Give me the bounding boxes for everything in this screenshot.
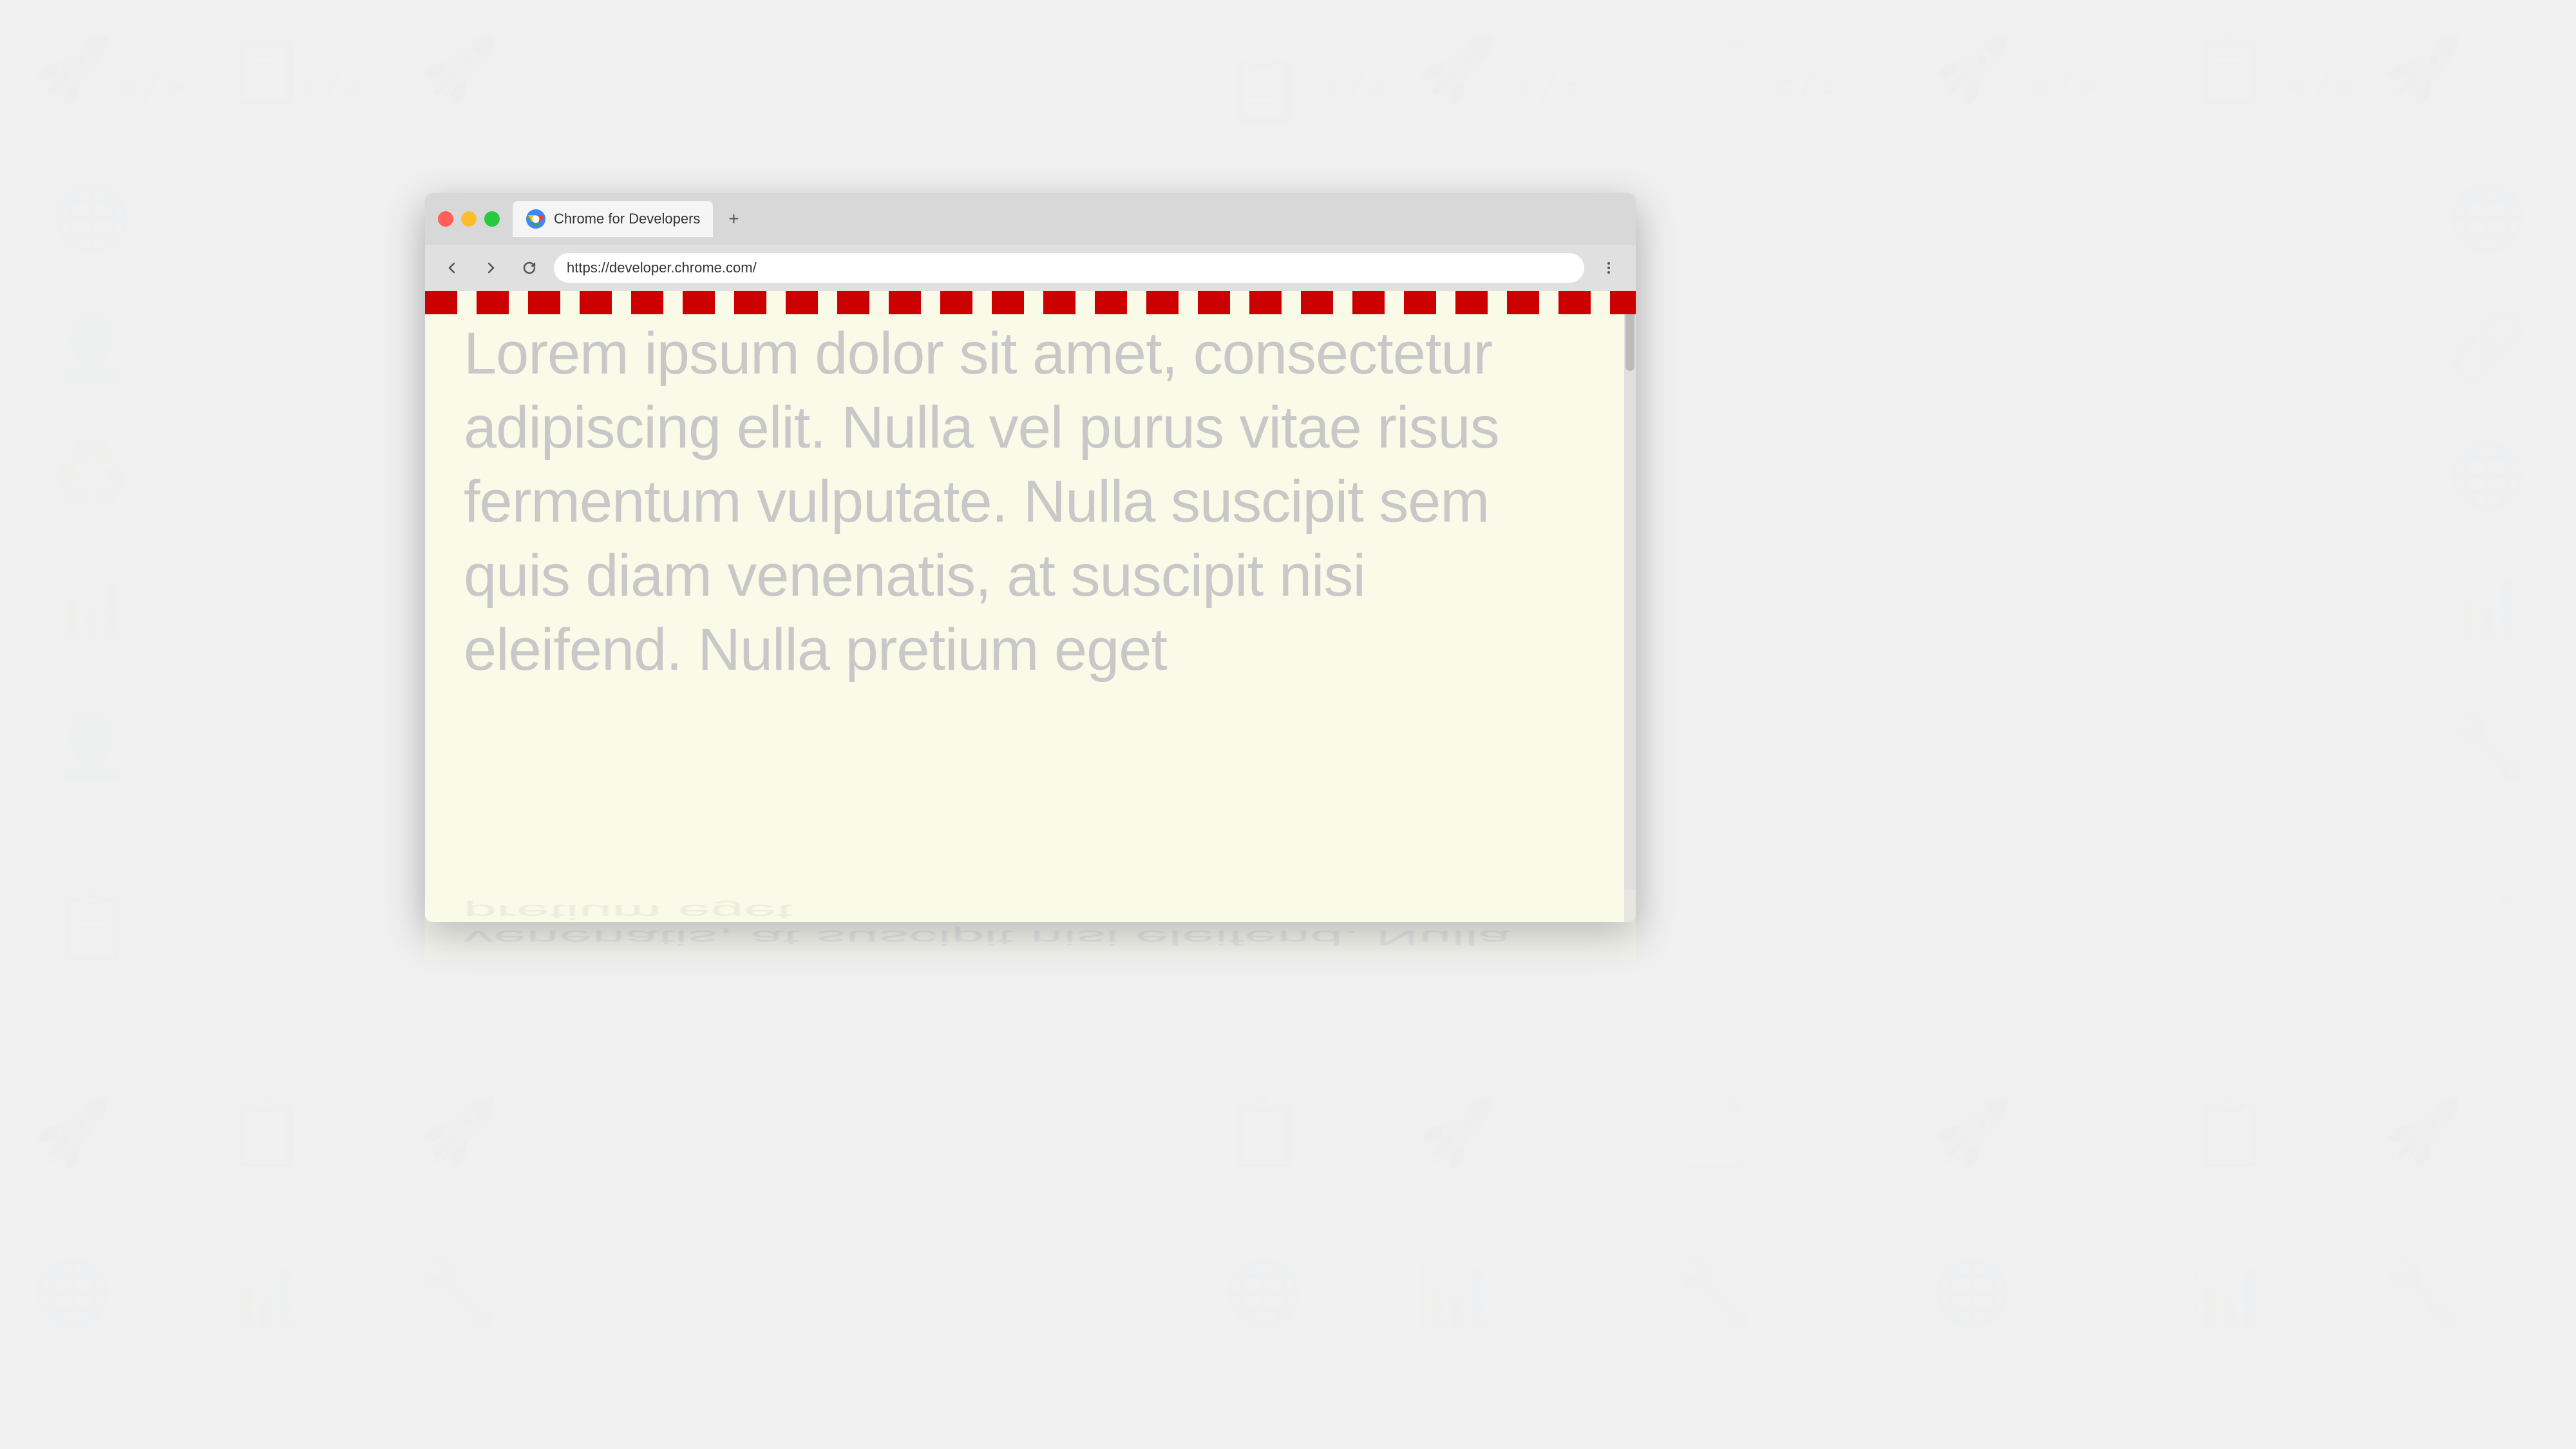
scrollbar-track	[1624, 291, 1636, 922]
bg-icon-12: 👤	[52, 309, 132, 384]
bg-icon-5: 🚀	[1417, 32, 1497, 108]
close-button[interactable]	[438, 211, 453, 227]
bg-icon-35: 📊	[1417, 1256, 1497, 1331]
reload-button[interactable]	[515, 254, 544, 282]
bg-icon-34: 🌐	[1224, 1256, 1304, 1331]
bg-icon-16: 📊	[52, 567, 132, 642]
title-bar: Chrome for Developers +	[425, 193, 1636, 245]
bg-icon-19: 🔧	[2447, 708, 2528, 784]
tab-area: Chrome for Developers +	[513, 201, 1623, 237]
bg-icon-30: 🚀	[2383, 1095, 2463, 1170]
bg-html-5: </>	[1771, 64, 1841, 109]
reload-icon	[522, 261, 536, 275]
bg-icon-37: 🌐	[1932, 1256, 2012, 1331]
bg-icon-17: 📊	[2447, 567, 2528, 642]
browser-window: Chrome for Developers + https://develope…	[425, 193, 1636, 922]
bg-icon-8: 📋	[2190, 32, 2270, 108]
bg-icon-15: 🌐	[2447, 438, 2528, 513]
bg-icon-27: 📄	[1674, 1095, 1755, 1170]
bg-icon-10: 🌐	[52, 180, 132, 256]
bg-icon-23: 📋	[225, 1095, 306, 1170]
new-tab-button[interactable]: +	[721, 206, 746, 232]
bg-icon-22: 🚀	[32, 1095, 113, 1170]
scrollbar-thumb[interactable]	[1625, 294, 1634, 371]
tab-title: Chrome for Developers	[554, 211, 700, 227]
menu-dots-icon	[1602, 261, 1616, 275]
bg-icon-36: 🔧	[1674, 1256, 1755, 1331]
bg-icon-13: 🔗	[2447, 309, 2528, 384]
bg-icon-26: 🚀	[1417, 1095, 1497, 1170]
bg-icon-4: 📋	[1224, 52, 1304, 127]
page-content: Lorem ipsum dolor sit amet, consectetur …	[425, 291, 1636, 922]
reflection-text: venenatis, at suscipit nisi eleifend. Nu…	[425, 890, 1636, 960]
bg-icon-25: 📋	[1224, 1095, 1304, 1170]
bg-icon-39: 🔧	[2383, 1256, 2463, 1331]
maximize-button[interactable]	[484, 211, 500, 227]
bg-icon-14: ♻️	[52, 438, 132, 513]
lorem-text: Lorem ipsum dolor sit amet, consectetur …	[425, 291, 1636, 726]
forward-icon	[484, 261, 498, 275]
back-icon	[445, 261, 459, 275]
bg-icon-7: 🚀	[1932, 32, 2012, 108]
forward-button[interactable]	[477, 254, 505, 282]
bg-icon-31: 🌐	[32, 1256, 113, 1331]
bg-icon-24: 🚀	[419, 1095, 499, 1170]
bg-html-2: </>	[296, 64, 366, 109]
bg-icon-21: 📄	[2447, 889, 2528, 964]
bg-icon-38: 📊	[2190, 1256, 2270, 1331]
browser-reflection: venenatis, at suscipit nisi eleifend. Nu…	[425, 890, 1636, 960]
bg-icon-29: 📋	[2190, 1095, 2270, 1170]
browser-menu-button[interactable]	[1595, 254, 1623, 282]
bg-html-6: </>	[2029, 64, 2098, 109]
bg-icon-2: 📋	[225, 32, 306, 108]
minimize-button[interactable]	[461, 211, 477, 227]
tab-favicon	[526, 209, 546, 229]
bg-icon-1: 🚀	[32, 32, 113, 108]
bg-icon-3: 🚀	[419, 32, 499, 108]
bg-icon-33: 🔧	[419, 1256, 499, 1331]
bg-icon-18: 👤	[52, 708, 132, 784]
bg-html-7: </>	[2286, 64, 2356, 109]
active-tab[interactable]: Chrome for Developers	[513, 201, 713, 237]
bg-html-1: </>	[116, 64, 185, 109]
bg-html-3: </>	[1320, 64, 1390, 109]
bg-icon-32: 📊	[225, 1256, 306, 1331]
address-bar[interactable]: https://developer.chrome.com/	[554, 253, 1584, 283]
bg-icon-28: 🚀	[1932, 1095, 2012, 1170]
nav-bar: https://developer.chrome.com/	[425, 245, 1636, 291]
url-display: https://developer.chrome.com/	[567, 260, 1571, 276]
bg-icon-6: 📄	[1674, 32, 1755, 108]
bg-icon-20: 📋	[52, 889, 132, 964]
bg-icon-11: 🌐	[2447, 180, 2528, 256]
bg-icon-9: 🚀	[2383, 32, 2463, 108]
bg-html-4: </>	[1513, 64, 1583, 109]
window-controls	[438, 211, 500, 227]
back-button[interactable]	[438, 254, 466, 282]
